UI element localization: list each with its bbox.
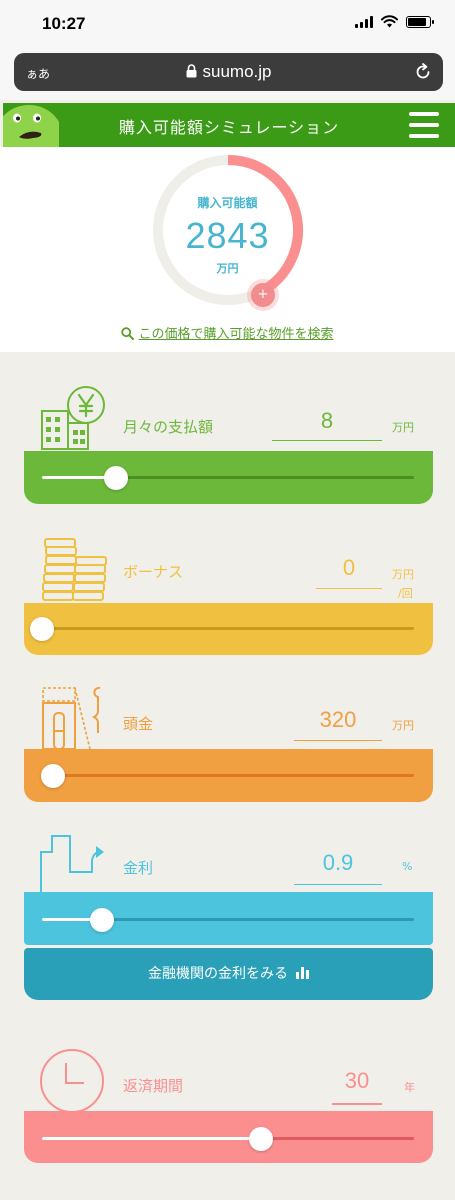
repayment-period-input[interactable]: 30 <box>332 1068 382 1094</box>
down-payment-slider-thumb[interactable] <box>41 763 66 788</box>
section-down-payment: 頭金 320 万円 <box>0 685 455 805</box>
view-bank-rates-label: 金融機関の金利をみる <box>148 966 288 982</box>
battery-icon <box>406 15 434 28</box>
bonus-input[interactable]: 0 <box>316 555 382 581</box>
reload-icon[interactable] <box>413 62 433 82</box>
monthly-payment-slider-thumb[interactable] <box>104 465 129 490</box>
down-payment-unit: 万円 <box>392 719 414 732</box>
gauge-unit: 万円 <box>216 262 239 275</box>
status-time: 10:27 <box>42 14 86 33</box>
page-title: 購入可能額シミュレーション <box>118 118 340 137</box>
monthly-payment-underline <box>272 440 382 441</box>
down-payment-label: 頭金 <box>123 715 154 733</box>
status-bar: 10:27 <box>0 0 455 48</box>
clock-icon <box>40 1049 104 1113</box>
monthly-payment-label: 月々の支払額 <box>123 418 214 436</box>
view-bank-rates-button[interactable]: 金融機関の金利をみる <box>24 948 433 1000</box>
search-properties-link[interactable]: この価格で購入可能な物件を検索 <box>0 323 455 342</box>
repayment-period-label: 返済期間 <box>123 1077 184 1095</box>
purchase-amount-gauge: 購入可能額 2843 万円 + この価格で購入可能な物件を検索 <box>0 147 455 352</box>
interest-rate-unit: % <box>402 860 413 873</box>
wifi-icon <box>381 15 398 28</box>
down-payment-slider-track[interactable] <box>41 763 414 788</box>
repayment-period-slider-track[interactable] <box>42 1126 414 1151</box>
repayment-period-slider-thumb[interactable] <box>249 1126 274 1151</box>
down-payment-slider-panel <box>24 749 433 802</box>
bonus-label: ボーナス <box>123 563 184 581</box>
bar-chart-icon <box>296 967 309 979</box>
bonus-slider-thumb[interactable] <box>30 616 54 641</box>
down-payment-underline <box>294 740 382 741</box>
gauge-caption: 購入可能額 <box>197 196 258 210</box>
down-payment-input[interactable]: 320 <box>294 707 382 733</box>
yen-building-icon <box>41 386 105 450</box>
repayment-period-slider-fill <box>42 1137 262 1140</box>
lock-icon <box>186 64 196 78</box>
bonus-unit-per-time: /回 <box>398 587 413 600</box>
menu-icon[interactable] <box>409 112 439 138</box>
repayment-period-slider-panel <box>24 1111 433 1163</box>
monthly-payment-slider-panel <box>24 451 433 504</box>
section-repayment-period: 返済期間 30 年 <box>0 1045 455 1170</box>
search-link-text: この価格で購入可能な物件を検索 <box>138 327 334 342</box>
section-monthly-payment: 月々の支払額 8 万円 <box>0 385 455 505</box>
monthly-payment-input[interactable]: 8 <box>272 408 382 434</box>
monthly-payment-slider-track[interactable] <box>42 465 414 490</box>
bonus-underline <box>316 588 382 589</box>
repayment-period-underline <box>332 1103 382 1105</box>
app-header: 購入可能額シミュレーション <box>3 103 455 147</box>
purchase-amount-value: 2843 <box>185 215 270 256</box>
address-bar[interactable]: ぁあ suumo.jp <box>14 53 443 91</box>
house-key-icon <box>42 686 101 750</box>
gauge-plus-button[interactable]: + <box>251 283 275 307</box>
status-icons <box>355 15 434 28</box>
signal-icon <box>355 15 373 28</box>
interest-rate-input[interactable]: 0.9 <box>294 850 382 876</box>
url-display[interactable]: suumo.jp <box>14 62 443 82</box>
interest-rate-slider-panel <box>24 892 433 945</box>
search-icon <box>121 327 135 340</box>
url-text: suumo.jp <box>202 62 272 81</box>
interest-rate-underline <box>294 884 382 885</box>
section-bonus: ボーナス 0 万円 /回 <box>0 538 455 658</box>
browser-chrome: ぁあ suumo.jp <box>0 48 455 100</box>
coins-icon <box>42 538 107 601</box>
repayment-period-unit: 年 <box>404 1081 415 1094</box>
bonus-slider-track[interactable] <box>30 616 414 641</box>
interest-rate-label: 金利 <box>123 859 154 877</box>
interest-rate-slider-track[interactable] <box>42 907 414 932</box>
rate-graph-icon <box>40 835 104 894</box>
interest-rate-slider-thumb[interactable] <box>89 907 114 932</box>
monthly-payment-unit: 万円 <box>392 421 414 434</box>
bonus-slider-panel <box>24 603 433 655</box>
bonus-unit: 万円 <box>392 568 414 581</box>
